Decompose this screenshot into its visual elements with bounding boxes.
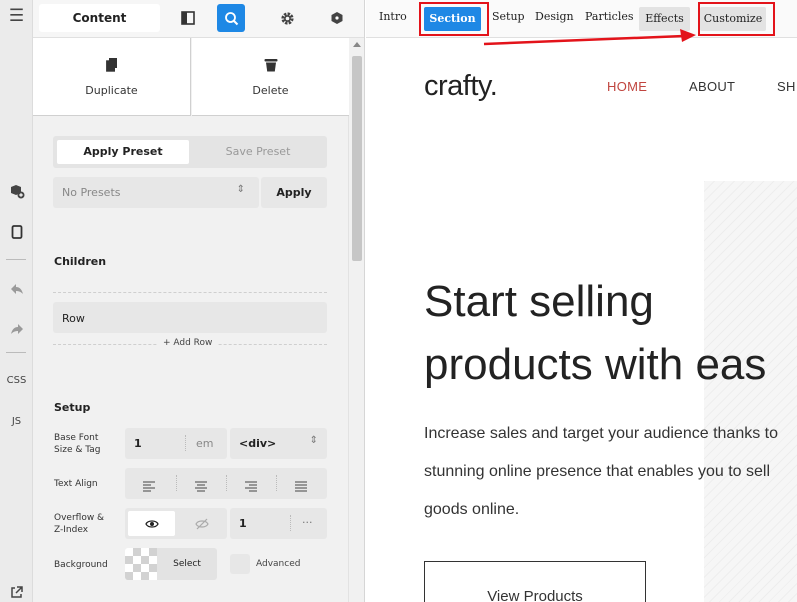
redo-icon[interactable] <box>0 320 33 339</box>
background-swatch[interactable] <box>125 548 157 580</box>
background-label: Background <box>54 560 108 570</box>
align-left-icon[interactable] <box>143 477 155 496</box>
add-element-icon[interactable] <box>0 183 33 203</box>
apply-preset-tab[interactable]: Apply Preset <box>57 140 189 164</box>
save-preset-tab[interactable]: Save Preset <box>193 140 323 164</box>
hero-text-line-2: stunning online presence that enables yo… <box>424 463 771 480</box>
preset-toggle: Apply Preset Save Preset <box>53 136 327 168</box>
hero-text-line-1: Increase sales and target your audience … <box>424 425 778 442</box>
overflow-toggle <box>125 508 227 539</box>
delete-button[interactable]: Delete <box>192 38 349 116</box>
more-dots-icon[interactable]: ··· <box>302 516 313 529</box>
base-font-value: 1 <box>134 437 142 450</box>
tag-select[interactable]: <div> ⇕ <box>230 428 327 459</box>
hero-title-line-1: Start selling <box>424 277 654 326</box>
eye-icon[interactable] <box>128 511 175 536</box>
field-separator <box>290 515 291 531</box>
text-align-label: Text Align <box>54 479 98 489</box>
zindex-input[interactable]: 1 ··· <box>230 508 327 539</box>
row-label: Row <box>62 312 85 325</box>
base-font-label: Base Font Size & Tag <box>54 433 101 455</box>
scroll-thumb[interactable] <box>352 56 362 261</box>
base-font-input[interactable]: 1 em <box>125 428 227 459</box>
zindex-value: 1 <box>239 517 247 530</box>
site-logo[interactable]: crafty. <box>424 70 498 103</box>
scroll-up-arrow-icon[interactable] <box>353 42 361 47</box>
trash-icon <box>192 58 349 72</box>
apply-button[interactable]: Apply <box>261 177 327 208</box>
hero-image-placeholder <box>704 181 797 602</box>
select-arrows-icon: ⇕ <box>236 184 245 195</box>
properties-panel: Content Duplicate Delete Apply Preset Sa… <box>33 0 365 602</box>
delete-label: Delete <box>252 84 289 97</box>
overflow-label: Overflow & Z-Index <box>54 513 105 535</box>
hexagon-icon[interactable] <box>323 4 351 32</box>
drop-line <box>53 292 327 293</box>
annotation-arrow-icon <box>483 29 696 46</box>
panel-scrollbar[interactable] <box>348 38 364 602</box>
left-rail: ☰ CSS JS <box>0 0 33 602</box>
panel-top-bar: Content <box>33 0 364 38</box>
preset-select-value: No Presets <box>62 186 121 199</box>
align-right-icon[interactable] <box>245 477 257 496</box>
device-icon[interactable] <box>0 224 33 243</box>
base-font-unit: em <box>196 437 214 450</box>
advanced-checkbox[interactable] <box>230 554 250 574</box>
search-icon[interactable] <box>217 4 245 32</box>
field-separator <box>226 475 227 491</box>
layout-icon[interactable] <box>174 4 202 32</box>
tag-value: <div> <box>239 437 277 450</box>
field-separator <box>185 435 186 451</box>
nav-shop[interactable]: SH <box>777 79 796 94</box>
rail-divider <box>6 352 26 353</box>
align-justify-icon[interactable] <box>295 477 307 496</box>
duplicate-button[interactable]: Duplicate <box>33 38 191 116</box>
css-button[interactable]: CSS <box>0 375 33 386</box>
canvas: Intro Section Setup Design Particles Eff… <box>366 0 797 602</box>
duplicate-label: Duplicate <box>85 84 138 97</box>
advanced-label: Advanced <box>256 559 301 569</box>
select-arrows-icon: ⇕ <box>309 435 318 446</box>
gear-icon[interactable] <box>273 4 301 32</box>
external-link-icon[interactable] <box>0 584 33 602</box>
view-products-button[interactable]: View Products <box>424 561 646 602</box>
content-tab[interactable]: Content <box>39 4 160 32</box>
field-separator <box>176 475 177 491</box>
children-heading: Children <box>54 255 107 268</box>
js-button[interactable]: JS <box>0 416 33 427</box>
undo-icon[interactable] <box>0 280 33 299</box>
add-row-button[interactable]: + Add Row <box>158 338 218 348</box>
background-select-button[interactable]: Select <box>157 548 217 580</box>
hero-text-line-3: goods online. <box>424 501 520 518</box>
field-separator <box>276 475 277 491</box>
child-row-item[interactable]: Row <box>53 302 327 333</box>
nav-about[interactable]: ABOUT <box>689 79 735 94</box>
hero-title-line-2: products with eas <box>424 340 767 389</box>
nav-home[interactable]: HOME <box>607 79 647 94</box>
setup-heading: Setup <box>54 401 91 414</box>
hamburger-icon[interactable]: ☰ <box>0 6 33 26</box>
duplicate-icon <box>33 58 190 72</box>
text-align-group <box>125 468 327 499</box>
eye-slash-icon[interactable] <box>178 511 225 536</box>
preset-select[interactable]: No Presets ⇕ <box>53 177 259 208</box>
align-center-icon[interactable] <box>195 477 207 496</box>
rail-divider <box>6 259 26 260</box>
